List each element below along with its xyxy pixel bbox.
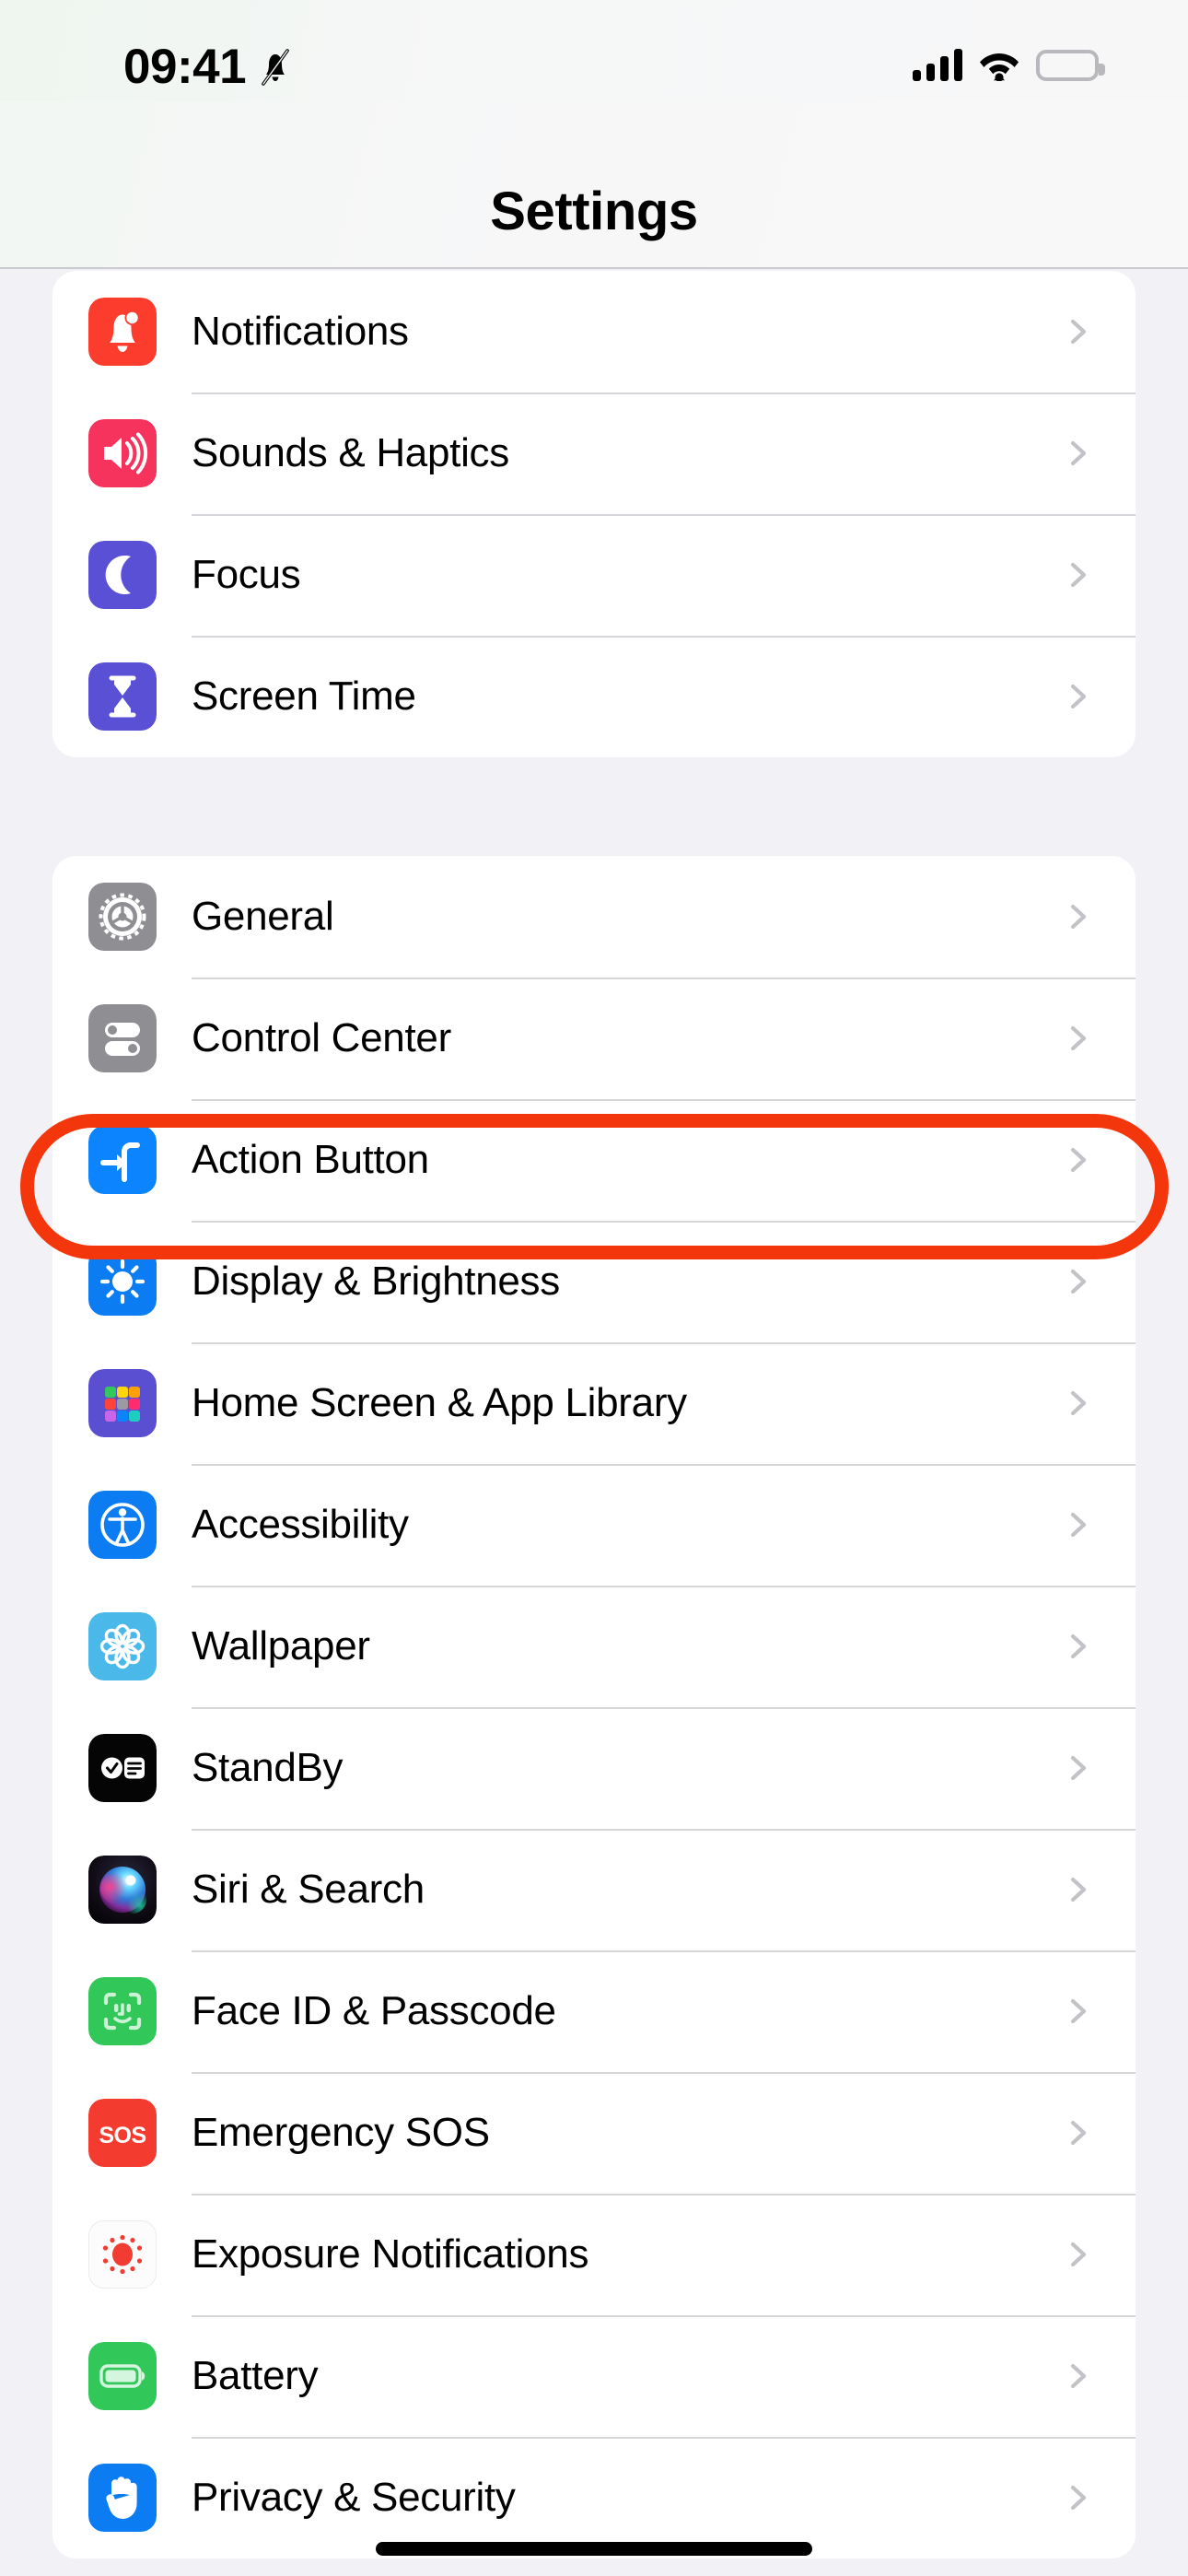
settings-row-label: Focus bbox=[192, 552, 301, 597]
settings-row-label: Action Button bbox=[192, 1137, 429, 1182]
chevron-right-icon bbox=[1070, 2120, 1087, 2146]
accessibility-icon bbox=[88, 1491, 157, 1559]
settings-row-home-screen[interactable]: Home Screen & App Library bbox=[52, 1342, 1136, 1464]
standby-icon bbox=[88, 1734, 157, 1802]
settings-row-privacy-security[interactable]: Privacy & Security bbox=[52, 2437, 1136, 2558]
chevron-right-icon bbox=[1070, 319, 1087, 345]
iphone-settings-screen: 09:41 Settings Notifications Sounds & Ha… bbox=[0, 0, 1188, 2576]
settings-row-label: Face ID & Passcode bbox=[192, 1988, 556, 2033]
settings-row-label: Battery bbox=[192, 2353, 319, 2398]
chevron-right-icon bbox=[1070, 440, 1087, 466]
settings-row-label: Home Screen & App Library bbox=[192, 1380, 687, 1425]
speaker-waves-icon bbox=[88, 419, 157, 487]
svg-text:SOS: SOS bbox=[99, 2123, 146, 2149]
sliders-icon bbox=[88, 1004, 157, 1072]
chevron-right-icon bbox=[1070, 1390, 1087, 1416]
settings-row-label: Privacy & Security bbox=[192, 2475, 516, 2520]
action-button-icon bbox=[88, 1126, 157, 1194]
chevron-right-icon bbox=[1070, 1269, 1087, 1294]
settings-row-display-brightness[interactable]: Display & Brightness bbox=[52, 1221, 1136, 1342]
settings-row-siri-search[interactable]: Siri & Search bbox=[52, 1829, 1136, 1950]
settings-row-label: Sounds & Haptics bbox=[192, 430, 509, 475]
settings-row-focus[interactable]: Focus bbox=[52, 514, 1136, 636]
settings-row-battery[interactable]: Battery bbox=[52, 2315, 1136, 2437]
flower-icon bbox=[88, 1612, 157, 1680]
app-grid-icon bbox=[88, 1369, 157, 1437]
settings-row-label: Wallpaper bbox=[192, 1623, 370, 1669]
battery-full-icon bbox=[1036, 50, 1105, 81]
face-id-icon bbox=[88, 1977, 157, 2045]
chevron-right-icon bbox=[1070, 1512, 1087, 1538]
battery-icon bbox=[88, 2342, 157, 2410]
settings-row-standby[interactable]: StandBy bbox=[52, 1707, 1136, 1829]
settings-row-label: Control Center bbox=[192, 1015, 451, 1060]
moon-icon bbox=[88, 541, 157, 609]
navigation-bar: Settings bbox=[0, 101, 1188, 269]
settings-row-label: General bbox=[192, 894, 334, 939]
settings-row-label: Screen Time bbox=[192, 673, 416, 719]
bell-icon bbox=[88, 298, 157, 366]
chevron-right-icon bbox=[1070, 1998, 1087, 2024]
chevron-right-icon bbox=[1070, 1025, 1087, 1051]
settings-row-emergency-sos[interactable]: SOS Emergency SOS bbox=[52, 2072, 1136, 2194]
hourglass-icon bbox=[88, 662, 157, 731]
chevron-right-icon bbox=[1070, 2363, 1087, 2389]
wifi-icon bbox=[980, 53, 1019, 81]
chevron-right-icon bbox=[1070, 562, 1087, 588]
settings-row-screen-time[interactable]: Screen Time bbox=[52, 636, 1136, 757]
settings-row-label: Emergency SOS bbox=[192, 2110, 490, 2155]
status-bar: 09:41 bbox=[0, 0, 1188, 101]
settings-row-notifications[interactable]: Notifications bbox=[52, 271, 1136, 392]
settings-row-label: Exposure Notifications bbox=[192, 2231, 589, 2277]
settings-row-control-center[interactable]: Control Center bbox=[52, 978, 1136, 1099]
exposure-icon bbox=[88, 2220, 157, 2289]
chevron-right-icon bbox=[1070, 904, 1087, 930]
settings-row-wallpaper[interactable]: Wallpaper bbox=[52, 1586, 1136, 1707]
settings-row-sounds-haptics[interactable]: Sounds & Haptics bbox=[52, 392, 1136, 514]
sos-icon: SOS bbox=[88, 2099, 157, 2167]
settings-row-label: Siri & Search bbox=[192, 1867, 425, 1912]
sun-icon bbox=[88, 1247, 157, 1316]
home-indicator[interactable] bbox=[376, 2542, 812, 2556]
cellular-bars-icon bbox=[913, 48, 962, 81]
settings-group-2: General Control Center Action Button Dis… bbox=[52, 856, 1136, 2558]
settings-row-label: Notifications bbox=[192, 309, 409, 354]
chevron-right-icon bbox=[1070, 1633, 1087, 1659]
settings-row-label: Accessibility bbox=[192, 1502, 409, 1547]
settings-row-exposure-notifications[interactable]: Exposure Notifications bbox=[52, 2194, 1136, 2315]
settings-list[interactable]: Notifications Sounds & Haptics Focus Scr… bbox=[0, 271, 1188, 2576]
gear-icon bbox=[88, 883, 157, 951]
settings-group-1: Notifications Sounds & Haptics Focus Scr… bbox=[52, 271, 1136, 757]
settings-row-face-id-passcode[interactable]: Face ID & Passcode bbox=[52, 1950, 1136, 2072]
chevron-right-icon bbox=[1070, 1877, 1087, 1903]
chevron-right-icon bbox=[1070, 1147, 1087, 1173]
chevron-right-icon bbox=[1070, 2485, 1087, 2511]
page-title: Settings bbox=[490, 181, 698, 241]
chevron-right-icon bbox=[1070, 684, 1087, 709]
siri-orb-icon bbox=[88, 1856, 157, 1924]
status-bar-indicators bbox=[913, 48, 1105, 81]
settings-row-action-button[interactable]: Action Button bbox=[52, 1099, 1136, 1221]
bell-slash-icon bbox=[262, 49, 289, 86]
settings-row-accessibility[interactable]: Accessibility bbox=[52, 1464, 1136, 1586]
settings-row-label: StandBy bbox=[192, 1745, 344, 1790]
status-bar-time: 09:41 bbox=[123, 40, 247, 94]
settings-row-general[interactable]: General bbox=[52, 856, 1136, 978]
settings-row-label: Display & Brightness bbox=[192, 1259, 560, 1304]
chevron-right-icon bbox=[1070, 2242, 1087, 2267]
chevron-right-icon bbox=[1070, 1755, 1087, 1781]
hand-raised-icon bbox=[88, 2464, 157, 2532]
